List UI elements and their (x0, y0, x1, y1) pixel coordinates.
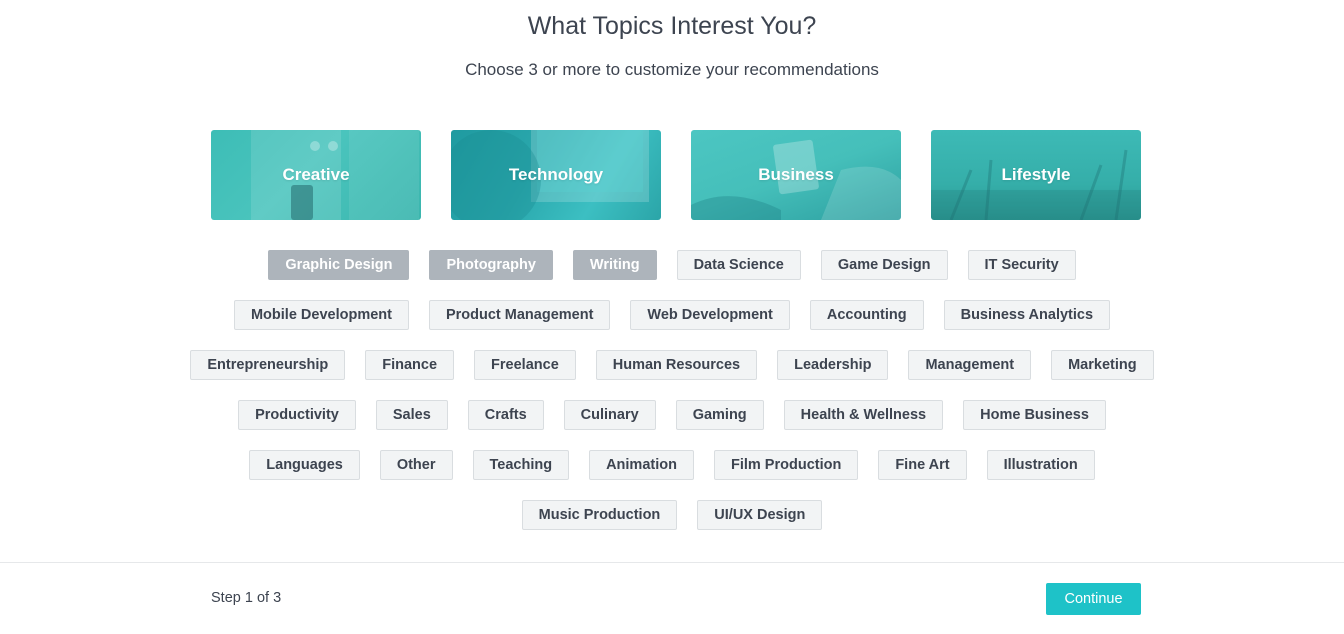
topic-tag-human-resources[interactable]: Human Resources (595, 350, 758, 380)
page-subtitle: Choose 3 or more to customize your recom… (465, 60, 879, 79)
tag-row: Music Production UI/UX Design (0, 500, 1344, 530)
topic-tag-languages[interactable]: Languages (249, 450, 360, 480)
topic-tag-marketing[interactable]: Marketing (1051, 350, 1154, 380)
topic-tag-management[interactable]: Management (908, 350, 1032, 380)
topic-tag-crafts[interactable]: Crafts (467, 400, 544, 430)
topic-tag-productivity[interactable]: Productivity (238, 400, 356, 430)
topic-tag-health-wellness[interactable]: Health & Wellness (783, 400, 944, 430)
category-card-business[interactable]: Business (691, 130, 901, 220)
topic-tag-photography[interactable]: Photography (429, 250, 553, 280)
footer-divider (0, 562, 1344, 563)
category-label: Technology (508, 165, 604, 184)
topic-tag-illustration[interactable]: Illustration (986, 450, 1095, 480)
topic-tag-entrepreneurship[interactable]: Entrepreneurship (190, 350, 346, 380)
topic-tag-data-science[interactable]: Data Science (676, 250, 801, 280)
topic-tag-film-production[interactable]: Film Production (713, 450, 859, 480)
topic-tag-product-management[interactable]: Product Management (428, 300, 611, 330)
topic-tag-fine-art[interactable]: Fine Art (878, 450, 967, 480)
topic-tag-animation[interactable]: Animation (589, 450, 694, 480)
category-card-lifestyle[interactable]: Lifestyle (931, 130, 1141, 220)
step-indicator: Step 1 of 3 (211, 590, 282, 606)
topic-tag-web-development[interactable]: Web Development (630, 300, 790, 330)
topic-tag-accounting[interactable]: Accounting (809, 300, 924, 330)
topic-tag-other[interactable]: Other (379, 450, 453, 480)
topic-tag-business-analytics[interactable]: Business Analytics (943, 300, 1111, 330)
tag-row: Languages Other Teaching Animation Film Prod… (0, 450, 1344, 480)
topic-tag-finance[interactable]: Finance (365, 350, 455, 380)
topic-tag-graphic-design[interactable]: Graphic Design (268, 250, 410, 280)
topic-tag-gaming[interactable]: Gaming (675, 400, 764, 430)
category-card-technology[interactable]: Technology (451, 130, 661, 220)
category-label: Lifestyle (1001, 165, 1071, 184)
category-card-creative[interactable]: Creative (211, 130, 421, 220)
tag-row: Mobile Development Product Management Web … (0, 300, 1344, 330)
topic-tag-sales[interactable]: Sales (375, 400, 448, 430)
topic-tag-mobile-development[interactable]: Mobile Development (233, 300, 409, 330)
topic-tag-teaching[interactable]: Teaching (472, 450, 570, 480)
topic-tag-game-design[interactable]: Game Design (820, 250, 948, 280)
topic-tags: Graphic Design Photography Writing Data Sci… (0, 250, 1344, 550)
continue-button[interactable]: Continue (1046, 583, 1141, 615)
topic-tag-home-business[interactable]: Home Business (963, 400, 1106, 430)
topic-tag-music-production[interactable]: Music Production (521, 500, 678, 530)
tag-row: Graphic Design Photography Writing Data Sci… (0, 250, 1344, 280)
topic-tag-writing[interactable]: Writing (572, 250, 657, 280)
tag-row: Productivity Sales Crafts Culinary Gaming Hea… (0, 400, 1344, 430)
page-title: What Topics Interest You? (527, 12, 817, 40)
tag-row: Entrepreneurship Finance Freelance Human Re… (0, 350, 1344, 380)
category-cards: Creative Technology Business Lifestyle (211, 130, 1141, 220)
topic-tag-leadership[interactable]: Leadership (777, 350, 889, 380)
topic-tag-ui-ux-design[interactable]: UI/UX Design (697, 500, 823, 530)
topic-tag-culinary[interactable]: Culinary (563, 400, 656, 430)
category-label: Creative (282, 165, 350, 184)
category-label: Business (758, 165, 834, 184)
topic-tag-it-security[interactable]: IT Security (967, 250, 1076, 280)
topic-tag-freelance[interactable]: Freelance (474, 350, 576, 380)
